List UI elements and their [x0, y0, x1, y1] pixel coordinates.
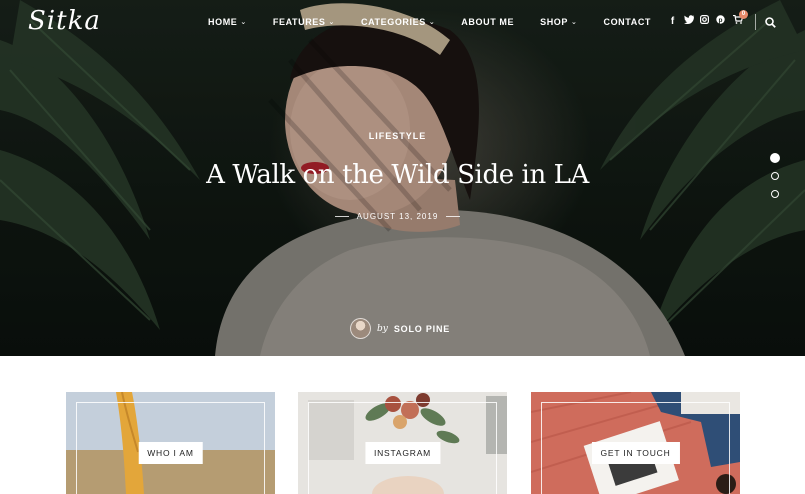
by-label: by: [377, 323, 388, 334]
main-menu: HOME ⌄ FEATURES ⌄ CATEGORIES ⌄ ABOUT ME …: [208, 17, 677, 27]
svg-text:p: p: [719, 17, 723, 24]
search-icon[interactable]: [765, 15, 776, 33]
menu-item-categories[interactable]: CATEGORIES ⌄: [361, 17, 435, 27]
slide-dot-2[interactable]: [771, 172, 779, 180]
menu-item-label: CONTACT: [603, 17, 652, 27]
cart-count-badge: 0: [739, 10, 748, 19]
site-logo[interactable]: Sitka: [28, 6, 101, 36]
chevron-down-icon: ⌄: [328, 19, 335, 26]
menu-item-contact[interactable]: CONTACT: [603, 17, 651, 27]
divider-line: [334, 216, 349, 217]
slide-dot-1[interactable]: [770, 153, 780, 163]
menu-item-label: FEATURES: [272, 17, 326, 27]
menu-item-label: ABOUT ME: [461, 17, 515, 27]
promo-card-get-in-touch[interactable]: GET IN TOUCH: [531, 392, 740, 494]
menu-item-features[interactable]: FEATURES ⌄: [273, 17, 335, 27]
menu-item-shop[interactable]: SHOP ⌄: [540, 17, 577, 27]
post-author[interactable]: by SOLO PINE: [350, 318, 450, 339]
author-name[interactable]: SOLO PINE: [394, 324, 450, 334]
card-label[interactable]: INSTAGRAM: [364, 442, 441, 464]
avatar: [350, 318, 371, 339]
facebook-icon[interactable]: f: [668, 16, 677, 27]
post-date: AUGUST 13, 2019: [356, 212, 439, 221]
pinterest-icon[interactable]: p: [716, 15, 725, 27]
social-links: f p 0: [668, 10, 748, 27]
menu-item-label: HOME: [208, 17, 238, 27]
promo-card-who-i-am[interactable]: WHO I AM: [66, 392, 275, 494]
card-label[interactable]: WHO I AM: [138, 442, 203, 464]
chevron-down-icon: ⌄: [428, 19, 436, 26]
menu-item-label: CATEGORIES: [360, 17, 426, 27]
post-title[interactable]: A Walk on the Wild Side in LA: [0, 160, 795, 190]
twitter-icon[interactable]: [684, 15, 695, 27]
promo-card-instagram[interactable]: INSTAGRAM: [298, 392, 507, 494]
top-navigation: Sitka HOME ⌄ FEATURES ⌄ CATEGORIES ⌄ ABO…: [0, 0, 805, 46]
menu-item-home[interactable]: HOME ⌄: [208, 17, 247, 27]
nav-divider: [755, 14, 756, 30]
post-category[interactable]: LIFESTYLE: [0, 131, 795, 141]
menu-item-about-me[interactable]: ABOUT ME: [461, 17, 514, 27]
instagram-icon[interactable]: [700, 15, 710, 27]
cart-icon[interactable]: 0: [733, 10, 748, 27]
post-meta: AUGUST 13, 2019: [0, 212, 795, 221]
card-label[interactable]: GET IN TOUCH: [591, 442, 680, 464]
divider-line: [446, 216, 461, 217]
chevron-down-icon: ⌄: [571, 19, 578, 26]
slide-dot-3[interactable]: [771, 190, 779, 198]
slider-pagination: [770, 153, 780, 208]
chevron-down-icon: ⌄: [240, 19, 247, 26]
menu-item-label: SHOP: [540, 17, 569, 27]
